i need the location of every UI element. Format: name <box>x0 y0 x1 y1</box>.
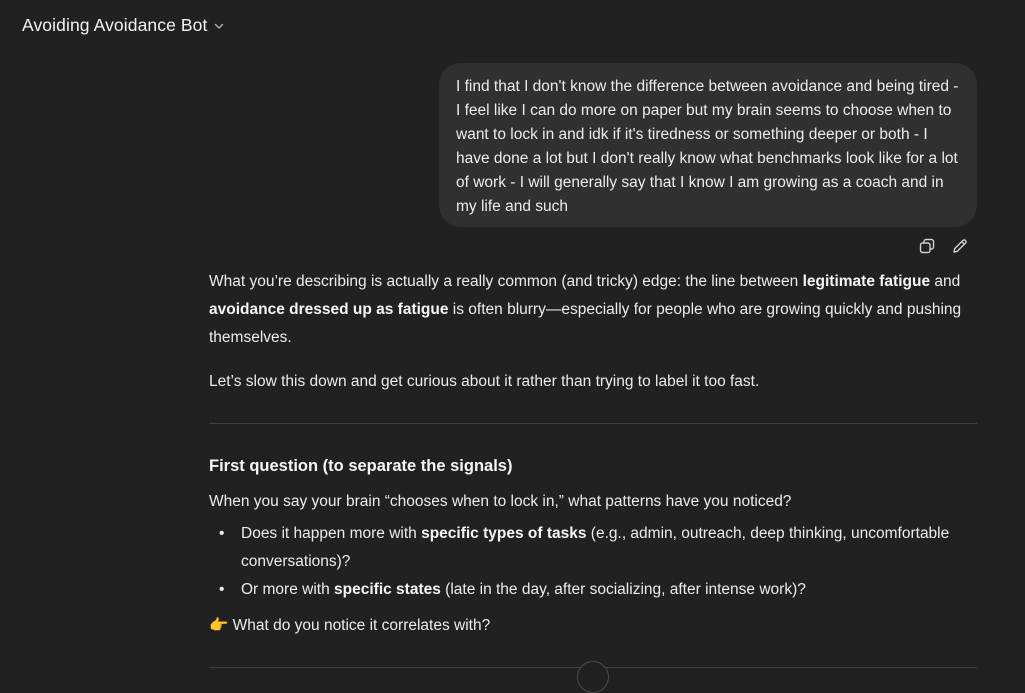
bold-phrase: legitimate fatigue <box>802 273 931 290</box>
user-message-bubble: I find that I don't know the difference … <box>439 63 977 227</box>
text-segment: Does it happen more with <box>241 525 422 542</box>
bot-selector[interactable]: Avoiding Avoidance Bot <box>22 13 225 37</box>
assistant-paragraph-1: What you’re describing is actually a rea… <box>209 268 979 352</box>
text-segment: and <box>930 273 961 290</box>
prompt-text: What do you notice it correlates with? <box>228 617 491 634</box>
message-actions <box>917 236 970 256</box>
copy-icon[interactable] <box>917 236 937 256</box>
scroll-down-button[interactable] <box>577 661 609 693</box>
bot-title: Avoiding Avoidance Bot <box>22 14 208 35</box>
bold-phrase: specific types of tasks <box>421 525 587 542</box>
list-item: Does it happen more with specific types … <box>219 520 979 576</box>
assistant-paragraph-2: Let’s slow this down and get curious abo… <box>209 373 760 390</box>
edit-pencil-icon[interactable] <box>950 236 970 256</box>
text-segment: What you’re describing is actually a rea… <box>209 273 803 290</box>
bold-phrase: avoidance dressed up as fatigue <box>209 301 449 318</box>
prompt-line: 👉 What do you notice it correlates with? <box>209 612 979 640</box>
assistant-message: What you’re describing is actually a rea… <box>209 268 979 640</box>
list-item: Or more with specific states (late in th… <box>219 576 979 604</box>
section-heading: First question (to separate the signals) <box>209 457 513 475</box>
text-segment: (late in the day, after socializing, aft… <box>440 581 806 598</box>
section-divider <box>209 423 977 424</box>
text-segment: Or more with <box>241 581 335 598</box>
question-text: When you say your brain “chooses when to… <box>209 493 792 510</box>
chevron-down-icon <box>213 20 225 32</box>
bold-phrase: specific states <box>334 581 441 598</box>
pointing-hand-icon: 👉 <box>209 617 229 634</box>
user-message-text: I find that I don't know the difference … <box>456 78 959 215</box>
bullet-list: Does it happen more with specific types … <box>209 520 979 604</box>
